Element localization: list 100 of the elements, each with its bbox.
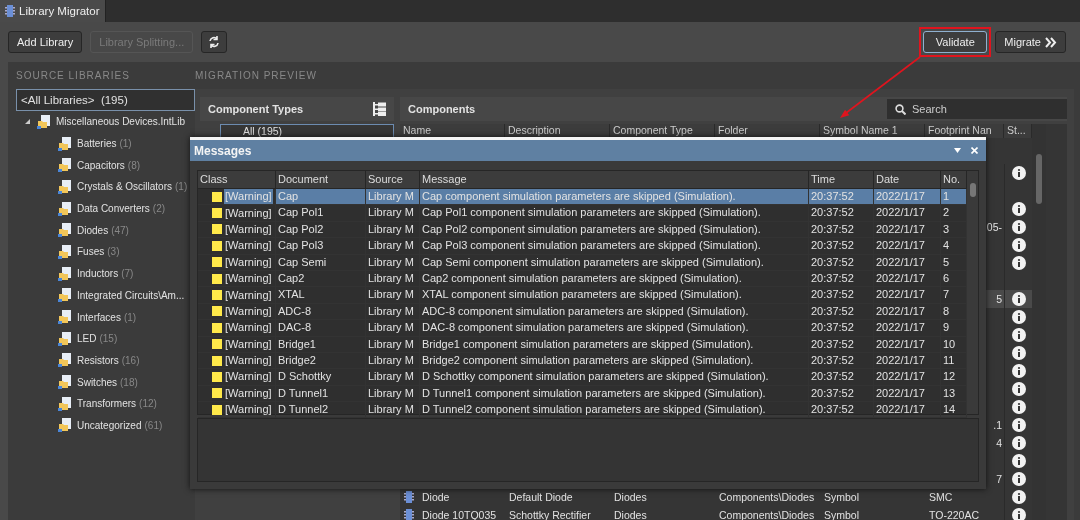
table-cell: 20:37:52 [809, 320, 874, 336]
double-chevron-icon [1045, 36, 1057, 48]
table-cell: 20:37:52 [809, 221, 874, 238]
info-icon[interactable] [1011, 400, 1026, 414]
hierarchy-icon[interactable] [373, 102, 386, 116]
validate-button[interactable]: Validate [923, 31, 988, 53]
table-cell: 2022/1/17 [874, 303, 941, 320]
tree-item[interactable]: Fuses (3) [77, 246, 120, 258]
table-cell: D Schottky component simulation parameters are skipped (Simulation). [420, 369, 809, 385]
info-icon[interactable] [1011, 382, 1026, 396]
column-header[interactable]: Source [366, 171, 420, 188]
table-cell: Cap2 [276, 270, 366, 287]
close-icon[interactable] [971, 147, 978, 154]
table-cell: Cap [276, 189, 366, 205]
info-icon[interactable] [1011, 490, 1026, 504]
table-cell: DAC-8 component simulation parameters are skipped (Simulation). [420, 320, 809, 336]
table-cell: Components\Diodes [719, 491, 815, 503]
table-cell: 2022/1/17 [874, 287, 941, 303]
library-icon [58, 288, 73, 303]
tree-item[interactable]: Integrated Circuits\Am... [77, 289, 185, 301]
table-cell: [Warning] [224, 353, 273, 369]
add-button[interactable]: Add Library [8, 31, 83, 53]
tree-item[interactable]: Capacitors (8) [77, 159, 141, 171]
table-cell: 2022/1/17 [874, 352, 941, 369]
table-cell: Symbol [824, 491, 859, 503]
info-icon[interactable] [1011, 508, 1026, 520]
table-cell: [Warning] [224, 287, 273, 303]
table-cell: Bridge1 component simulation parameters are skipped (Simulation). [420, 336, 809, 352]
tree-item[interactable]: Switches (18) [77, 376, 138, 388]
column-header[interactable]: Time [809, 171, 874, 188]
tree-item[interactable]: LED (15) [77, 333, 118, 345]
window-tab[interactable]: Library Migrator [0, 0, 106, 22]
dropdown-icon[interactable] [954, 148, 961, 153]
section-heading: MIGRATION PREVIEW [195, 70, 318, 83]
table-cell: ADC-8 component simulation parameters are skipped (Simulation). [420, 303, 809, 320]
tree-item[interactable]: <All Libraries> (195) [16, 89, 195, 111]
table-cell: 2022/1/17 [874, 205, 941, 221]
info-icon[interactable] [1011, 454, 1026, 468]
tree-item[interactable]: Inductors (7) [77, 268, 134, 280]
info-icon[interactable] [1011, 364, 1026, 378]
warning-icon [212, 208, 222, 219]
column-header[interactable]: Date [874, 171, 941, 188]
table-cell: D Tunnel1 component simulation parameters are skipped (Simulation). [420, 385, 809, 402]
table-cell: ADC-8 [276, 303, 366, 320]
info-icon[interactable] [1011, 202, 1026, 216]
table-cell: [Warning] [224, 402, 273, 418]
migrate-button[interactable]: Migrate [995, 31, 1066, 53]
tree-item[interactable]: Diodes (47) [77, 224, 129, 236]
table-cell: 05- [986, 221, 1002, 233]
column-header[interactable]: Document [276, 171, 366, 188]
column-header[interactable]: Message [420, 171, 809, 188]
tree-item[interactable]: Batteries (1) [77, 138, 132, 150]
info-icon[interactable] [1011, 310, 1026, 324]
info-icon[interactable] [1011, 472, 1026, 486]
warning-icon [212, 372, 222, 382]
library-icon [58, 136, 73, 151]
table-cell: Cap Pol3 [276, 238, 366, 254]
info-icon[interactable] [1011, 418, 1026, 432]
table-cell: Library M [366, 336, 420, 352]
table-cell: Library M [366, 303, 420, 320]
warning-icon [212, 355, 222, 366]
info-icon[interactable] [1011, 256, 1026, 270]
table-cell: Library M [366, 205, 420, 221]
scrollbar[interactable] [967, 171, 978, 414]
table-cell: Diodes [614, 509, 647, 520]
table-cell: 20:37:52 [809, 336, 874, 352]
type-item[interactable]: All (195) [220, 124, 394, 138]
table-cell: Cap Semi component simulation parameters are skipped (Simulation). [420, 254, 809, 270]
tree-item[interactable]: Resistors (16) [77, 354, 140, 366]
library-icon [58, 158, 73, 173]
table-cell: TO-220AC [929, 509, 979, 520]
table-cell: [Warning] [224, 238, 273, 254]
table-cell: 7 [996, 473, 1002, 485]
table-cell: D Tunnel2 [276, 402, 366, 418]
column-header[interactable]: Class [198, 171, 276, 188]
tree-item[interactable]: Data Converters (2) [77, 203, 166, 215]
info-icon[interactable] [1011, 328, 1026, 342]
table-cell: [Warning] [224, 271, 273, 287]
table-cell: 2022/1/17 [874, 238, 941, 254]
search-field[interactable]: Search [887, 99, 1067, 119]
info-icon[interactable] [1011, 238, 1026, 252]
tree-item[interactable]: Interfaces (1) [77, 311, 137, 323]
table-cell: Bridge1 [276, 336, 366, 352]
tree-item[interactable]: Transformers (12) [77, 398, 157, 410]
info-icon[interactable] [1011, 166, 1026, 180]
tree-item[interactable]: Uncategorized (61) [77, 419, 163, 431]
info-icon[interactable] [1011, 436, 1026, 450]
info-icon[interactable] [1011, 220, 1026, 234]
library-icon [58, 266, 73, 281]
table-cell: 2022/1/17 [874, 270, 941, 287]
library-icon [58, 396, 73, 411]
tree-item[interactable]: Miscellaneous Devices.IntLib [56, 116, 185, 128]
expand-triangle-icon[interactable] [24, 118, 31, 126]
warning-icon [212, 290, 222, 301]
swap-button[interactable] [201, 31, 228, 53]
tree-item[interactable]: Crystals & Oscillators (1) [77, 181, 188, 193]
table-cell: Cap component simulation parameters are skipped (Simulation). [420, 189, 809, 205]
warning-icon [212, 224, 222, 235]
info-icon[interactable] [1011, 346, 1026, 360]
info-icon[interactable] [1011, 292, 1026, 306]
